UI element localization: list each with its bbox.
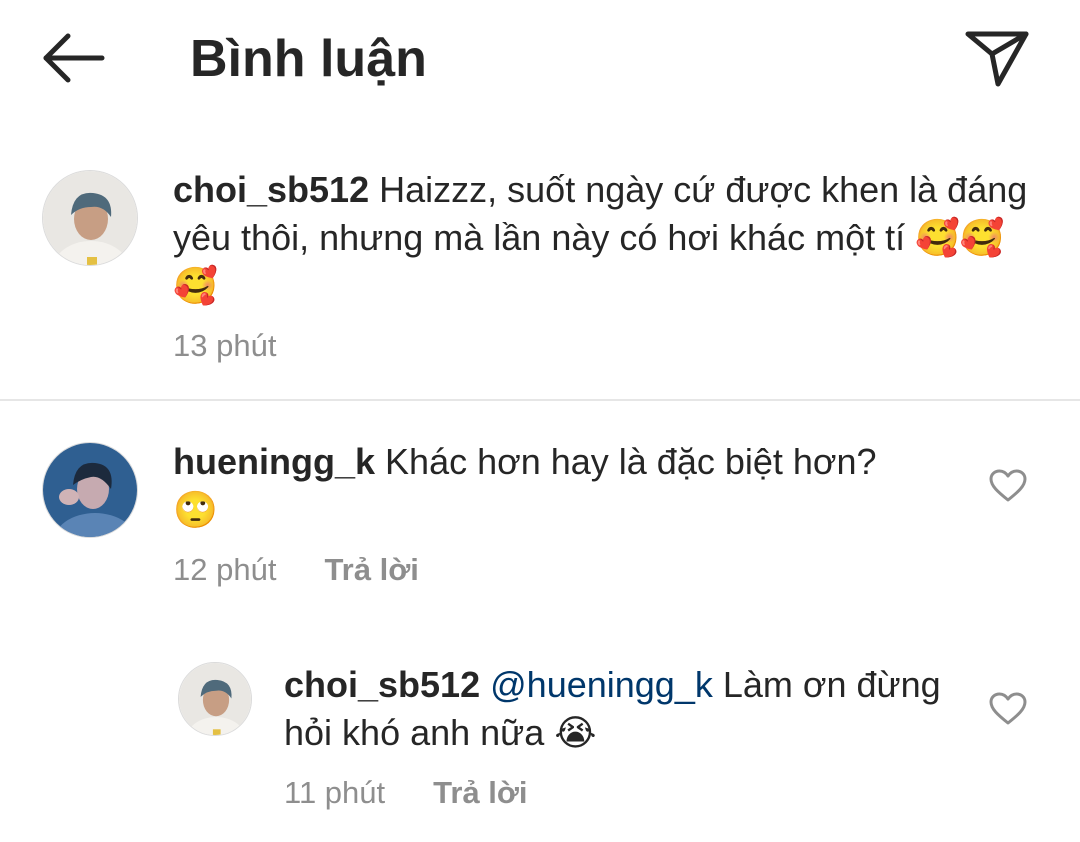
send-button[interactable] [962, 26, 1032, 90]
comment-username[interactable]: hueningg_k [173, 441, 375, 482]
avatar[interactable] [42, 170, 138, 266]
heart-outline-icon [989, 692, 1027, 725]
comment-meta: 13 phút [173, 326, 276, 366]
back-button[interactable] [40, 28, 106, 88]
mention-link[interactable]: @hueningg_k [490, 664, 713, 705]
comment-username[interactable]: choi_sb512 [173, 169, 369, 210]
reply-button[interactable]: Trả lời [433, 775, 527, 810]
comment-username[interactable]: choi_sb512 [284, 664, 480, 705]
comment-meta: 11 phút Trả lời [284, 773, 528, 813]
arrow-left-icon [43, 33, 105, 83]
like-button[interactable] [988, 691, 1028, 727]
crying-face-emoji: 😭 [554, 712, 597, 753]
comment-body: choi_sb512 @hueningg_k Làm ơn đừng hỏi k… [284, 661, 944, 757]
reply-button[interactable]: Trả lời [324, 552, 418, 587]
paper-plane-icon [965, 31, 1029, 87]
page-title: Bình luận [190, 30, 427, 88]
heart-outline-icon [989, 469, 1027, 502]
avatar[interactable] [178, 662, 252, 736]
comment-text: Khác hơn hay là đặc biệt hơn? [385, 441, 877, 482]
avatar[interactable] [42, 442, 138, 538]
eye-roll-emoji: 🙄 [173, 489, 218, 530]
comment-time: 13 phút [173, 328, 277, 363]
divider [0, 399, 1080, 401]
comment-time: 11 phút [284, 775, 386, 810]
comment-time: 12 phút [173, 552, 277, 587]
comment-body: choi_sb512 Haizzz, suốt ngày cứ được khe… [173, 166, 1033, 310]
comment-body: hueningg_k Khác hơn hay là đặc biệt hơn?… [173, 438, 963, 534]
comment-meta: 12 phút Trả lời [173, 550, 419, 590]
like-button[interactable] [988, 468, 1028, 504]
